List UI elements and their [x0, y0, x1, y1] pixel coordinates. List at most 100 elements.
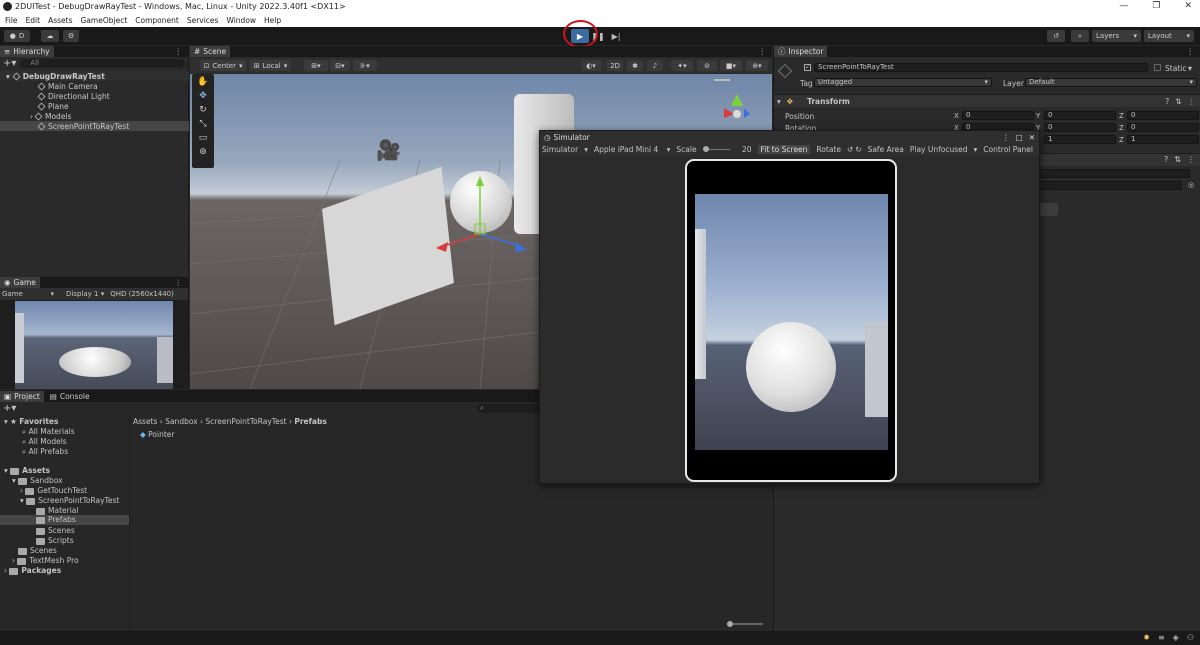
scale-tool-icon[interactable]: ⤡ [199, 119, 206, 129]
hierarchy-tab[interactable]: ≡ Hierarchy [0, 46, 54, 57]
object-picker-icon[interactable]: ◎ [1188, 181, 1194, 189]
more-menu-icon[interactable]: ⋮ [759, 47, 767, 56]
packages-root[interactable]: › Packages [4, 566, 61, 575]
game-tab[interactable]: ◉ Game [0, 277, 40, 288]
menu-window[interactable]: Window [226, 16, 256, 25]
menu-edit[interactable]: Edit [26, 16, 41, 25]
add-icon[interactable]: +▾ [3, 403, 16, 414]
hierarchy-item-models[interactable]: › Models [0, 111, 189, 121]
device-screen[interactable] [695, 194, 888, 450]
minimize-button[interactable]: — [1119, 1, 1128, 11]
script-field[interactable] [1034, 169, 1190, 178]
control-panel-button[interactable]: Control Panel [983, 145, 1033, 154]
active-checkbox[interactable]: ✓ [804, 64, 811, 71]
folder-textmesh-pro[interactable]: › TextMesh Pro [12, 556, 79, 565]
transform-tool-icon[interactable]: ⊛ [199, 147, 207, 157]
asset-pointer-prefab[interactable]: ◆ Pointer [140, 430, 174, 439]
safe-area-toggle[interactable]: Safe Area [868, 145, 904, 154]
menu-assets[interactable]: Assets [48, 16, 72, 25]
favorite-all-models[interactable]: ⌕ All Models [22, 437, 67, 447]
folder-scenes[interactable]: Scenes [18, 546, 57, 555]
add-icon[interactable]: +▾ [3, 58, 16, 69]
increment-snap-button[interactable]: ⊪▾ [353, 60, 377, 71]
transform-component-header[interactable]: ▾ ✥ Transform ? ⇅ ⋮ [774, 94, 1200, 107]
rotate-right-icon[interactable]: ↻ [855, 145, 861, 154]
expand-arrow-icon[interactable]: ▾ [6, 72, 10, 81]
folder-material[interactable]: Material [36, 506, 78, 515]
menu-help[interactable]: Help [264, 16, 281, 25]
folder-scenes-sub[interactable]: Scenes [36, 526, 75, 535]
game-view-render[interactable] [15, 301, 173, 389]
static-checkbox[interactable] [1154, 64, 1161, 71]
orientation-gizmo[interactable] [698, 78, 756, 128]
audio-toggle-button[interactable]: ♪ [647, 60, 663, 71]
menu-services[interactable]: Services [187, 16, 219, 25]
cache-server-icon[interactable]: ≡ [1158, 633, 1165, 642]
console-tab[interactable]: ▤ Console [44, 392, 96, 401]
grid-snap-button[interactable]: ⊞▾ [304, 60, 328, 71]
preset-icon[interactable]: ⇅ [1175, 97, 1181, 106]
draw-mode-dropdown[interactable]: ◐▾ [581, 60, 601, 71]
hierarchy-item-screenpointtoraytest[interactable]: ScreenPointToRayTest [0, 121, 189, 131]
slider-handle[interactable] [727, 621, 733, 627]
breadcrumb-prefabs[interactable]: Prefabs [294, 417, 326, 426]
position-y-field[interactable]: 0 [1044, 111, 1116, 120]
folder-gettouchtest[interactable]: › GetTouchTest [20, 486, 87, 495]
account-button[interactable]: ● D [4, 30, 30, 42]
object-name-field[interactable]: ScreenPointToRayTest [814, 63, 1148, 72]
package-icon[interactable]: ◈ [1173, 633, 1179, 642]
effects-dropdown[interactable]: ✦▾ [671, 60, 693, 71]
help-icon[interactable]: ? [1164, 155, 1168, 164]
preset-icon[interactable]: ⇅ [1174, 155, 1181, 164]
assets-root[interactable]: ▾ Assets [4, 466, 50, 475]
breadcrumb-sandbox[interactable]: Sandbox [165, 417, 197, 426]
gizmos-dropdown[interactable]: ⊕▾ [746, 60, 768, 71]
snap-increment-button[interactable]: ⊟▾ [330, 60, 350, 71]
slider-handle[interactable] [702, 146, 709, 152]
simulator-mode-dropdown[interactable]: Simulator ▾ [542, 145, 588, 154]
scale-y-field[interactable]: 1 [1044, 135, 1116, 144]
camera-gizmo-icon[interactable]: 🎥 [376, 138, 401, 162]
expand-arrow-icon[interactable]: › [30, 112, 33, 121]
scene-tab[interactable]: # Scene [190, 46, 231, 57]
help-icon[interactable]: ? [1165, 97, 1169, 106]
favorites-header[interactable]: ▾ ★ Favorites [4, 417, 58, 426]
folder-scripts[interactable]: Scripts [36, 536, 74, 545]
rect-tool-icon[interactable]: ▭ [199, 133, 208, 143]
menu-gameobject[interactable]: GameObject [81, 16, 128, 25]
move-tool-icon[interactable]: ✥ [199, 91, 207, 101]
resolution-dropdown[interactable]: QHD (2560x1440) [110, 290, 174, 298]
rotate-left-icon[interactable]: ↺ [847, 145, 853, 154]
play-mode-dropdown[interactable]: Play Unfocused ▾ [910, 145, 977, 154]
menu-file[interactable]: File [5, 16, 18, 25]
lighting-toggle-button[interactable]: ✱ [627, 60, 643, 71]
fit-to-screen-button[interactable]: Fit to Screen [757, 145, 811, 154]
more-menu-icon[interactable]: ⋮ [1187, 47, 1195, 56]
toggle-2d-button[interactable]: 2D [607, 60, 623, 71]
game-mode-dropdown[interactable]: Game ▾ [2, 290, 54, 298]
tag-dropdown[interactable]: Untagged ▾ [814, 78, 992, 87]
hierarchy-item-plane[interactable]: Plane [0, 101, 189, 111]
rotation-y-field[interactable]: 0 [1044, 123, 1116, 132]
maximize-icon[interactable]: □ [1016, 133, 1023, 142]
layer-dropdown[interactable]: Default ▾ [1025, 78, 1197, 87]
folder-screenpointtoraytest[interactable]: ▾ ScreenPointToRayTest [20, 496, 119, 505]
more-menu-icon[interactable]: ⋮ [1188, 97, 1196, 106]
hierarchy-item-directional-light[interactable]: Directional Light [0, 91, 189, 101]
icon-size-slider[interactable] [727, 621, 763, 627]
breadcrumb-screenpointtoraytest[interactable]: ScreenPointToRayTest [205, 417, 286, 426]
position-z-field[interactable]: 0 [1127, 111, 1199, 120]
menu-component[interactable]: Component [135, 16, 179, 25]
scale-slider[interactable] [702, 146, 730, 152]
pivot-local-dropdown[interactable]: ⊞ Local ▾ [250, 60, 291, 71]
position-x-field[interactable]: 0 [962, 111, 1034, 120]
maximize-button[interactable]: ❐ [1152, 1, 1160, 11]
close-button[interactable]: ✕ [1184, 1, 1192, 11]
rotation-z-field[interactable]: 0 [1127, 123, 1199, 132]
display-dropdown[interactable]: Display 1 ▾ [66, 290, 104, 298]
hierarchy-item-main-camera[interactable]: Main Camera [0, 81, 189, 91]
hierarchy-search-input[interactable]: All [20, 58, 185, 68]
folder-prefabs[interactable]: Prefabs [0, 515, 129, 525]
more-menu-icon[interactable]: ⋮ [175, 47, 183, 56]
cloud-button[interactable]: ☁ [41, 30, 59, 42]
